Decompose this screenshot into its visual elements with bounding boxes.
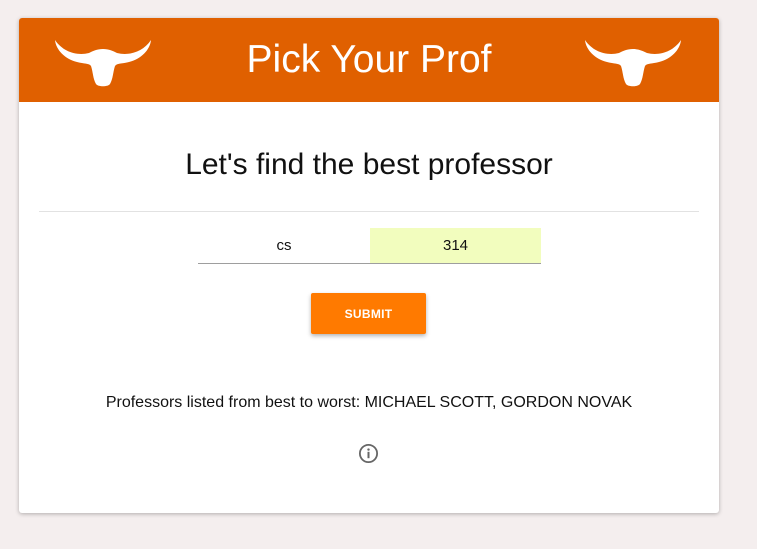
header-bar: Pick Your Prof [19,18,719,102]
result-text: Professors listed from best to worst: MI… [105,394,633,411]
submit-button[interactable]: SUBMIT [311,293,426,334]
main-card: Pick Your Prof Let's find the best profe… [19,18,719,513]
course-number-input[interactable] [370,228,541,264]
info-icon[interactable] [358,443,379,464]
longhorn-logo-icon [585,40,681,87]
divider [39,211,699,212]
department-input[interactable] [198,228,370,264]
page-heading: Let's find the best professor [185,148,553,181]
